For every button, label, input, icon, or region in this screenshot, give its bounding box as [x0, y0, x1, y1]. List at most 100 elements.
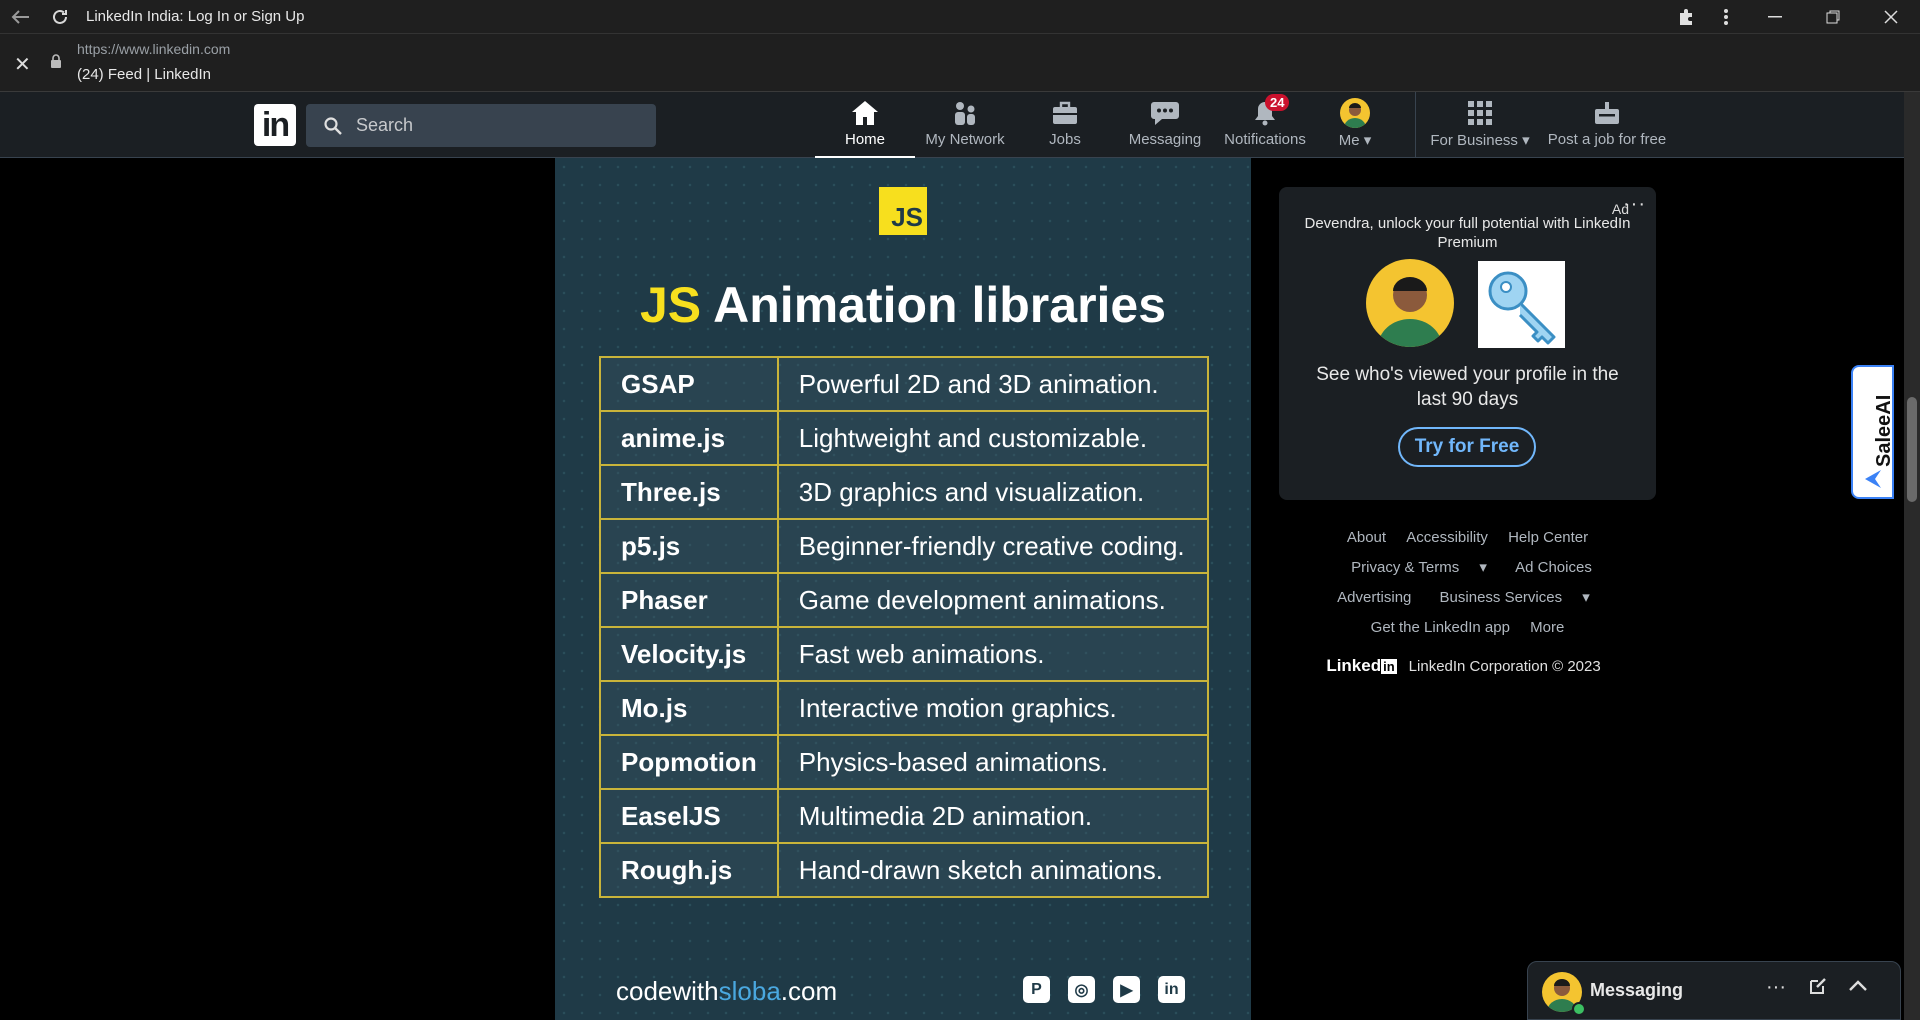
- notification-badge: 24: [1265, 94, 1290, 111]
- nav-label: For Business: [1430, 132, 1518, 149]
- table-row: Three.js 3D graphics and visualization.: [599, 464, 1210, 520]
- nav-notifications[interactable]: 24 Notifications: [1215, 94, 1315, 158]
- footer-link-accessibility[interactable]: Accessibility: [1406, 529, 1488, 546]
- library-name: GSAP: [599, 356, 779, 412]
- link-label: Business Services: [1439, 589, 1563, 606]
- restore-icon[interactable]: [1804, 0, 1862, 33]
- premium-ad-card: Ad ··· Devendra, unlock your full potent…: [1279, 187, 1656, 500]
- browser-title-bar: LinkedIn India: Log In or Sign Up: [0, 0, 1920, 33]
- messaging-bar[interactable]: Messaging ···: [1527, 961, 1901, 1020]
- scrollbar[interactable]: [1904, 92, 1920, 1020]
- footer-link-privacy-terms[interactable]: Privacy & Terms ▾: [1343, 559, 1495, 576]
- post-footer-site: codewithsloba.com: [616, 976, 837, 1007]
- compose-icon[interactable]: [1808, 976, 1828, 1002]
- footer-link-get-app[interactable]: Get the LinkedIn app: [1371, 619, 1510, 636]
- library-name: EaselJS: [599, 788, 779, 844]
- table-row: Mo.js Interactive motion graphics.: [599, 680, 1210, 736]
- home-icon: [851, 98, 879, 128]
- nav-label: Messaging: [1128, 131, 1202, 148]
- nav-label: Home: [844, 131, 885, 148]
- social-icons: P ◎ ▶ in: [1023, 976, 1185, 1003]
- library-desc: Multimedia 2D animation.: [776, 788, 1210, 844]
- footer-link-help-center[interactable]: Help Center: [1508, 529, 1588, 546]
- library-name: Three.js: [599, 464, 779, 520]
- library-desc: Physics-based animations.: [776, 734, 1210, 790]
- ad-headline: Devendra, unlock your full potential wit…: [1304, 215, 1631, 251]
- library-desc: Powerful 2D and 3D animation.: [776, 356, 1210, 412]
- table-row: EaselJS Multimedia 2D animation.: [599, 788, 1210, 844]
- link-label: Privacy & Terms: [1351, 559, 1460, 576]
- search-icon: [324, 116, 342, 135]
- library-desc: Lightweight and customizable.: [776, 410, 1210, 466]
- library-name: p5.js: [599, 518, 779, 574]
- post-heading: JS Animation libraries: [555, 276, 1251, 334]
- copyright: Linked in LinkedIn Corporation © 2023: [1279, 651, 1656, 682]
- reload-icon[interactable]: [40, 0, 80, 33]
- address-bar: ✕ https://www.linkedin.com (24) Feed | L…: [0, 33, 1920, 92]
- grid-icon: [1467, 98, 1493, 128]
- library-desc: Beginner-friendly creative coding.: [776, 518, 1210, 574]
- footer-link-advertising[interactable]: Advertising: [1337, 589, 1411, 606]
- search-input[interactable]: [354, 114, 638, 137]
- try-for-free-button[interactable]: Try for Free: [1398, 427, 1536, 467]
- key-icon: [1478, 261, 1565, 348]
- footer-links: About Accessibility Help Center Privacy …: [1279, 523, 1656, 682]
- chevron-down-icon: ▾: [1522, 132, 1530, 149]
- saleeai-label: SaleeAI: [1873, 394, 1895, 467]
- extensions-icon[interactable]: [1666, 0, 1706, 33]
- table-row: GSAP Powerful 2D and 3D animation.: [599, 356, 1210, 412]
- library-desc: Interactive motion graphics.: [776, 680, 1210, 736]
- youtube-icon: ▶: [1113, 976, 1140, 1003]
- back-icon[interactable]: [0, 0, 40, 33]
- chevron-down-icon: ▾: [1582, 589, 1590, 606]
- nav-jobs[interactable]: Jobs: [1015, 98, 1115, 158]
- library-table: GSAP Powerful 2D and 3D animation. anime.…: [599, 356, 1210, 898]
- linkedin-nav: in Home My Network Jobs Messaging 24 Not…: [0, 92, 1904, 158]
- more-options-icon[interactable]: ···: [1623, 193, 1646, 216]
- nav-label: Post a job for free: [1547, 131, 1667, 148]
- footer-link-business-services[interactable]: Business Services ▾: [1432, 589, 1598, 606]
- close-window-icon[interactable]: [1862, 0, 1920, 33]
- linkedin-logo[interactable]: in: [254, 104, 296, 146]
- search-box[interactable]: [306, 104, 656, 147]
- menu-dots-icon[interactable]: [1706, 0, 1746, 33]
- scrollbar-thumb[interactable]: [1907, 397, 1917, 502]
- nav-label: Me: [1338, 132, 1360, 149]
- table-row: Velocity.js Fast web animations.: [599, 626, 1210, 682]
- minimize-icon[interactable]: [1746, 0, 1804, 33]
- avatar: [1340, 98, 1370, 128]
- table-row: anime.js Lightweight and customizable.: [599, 410, 1210, 466]
- profile-photo: [1366, 259, 1454, 347]
- chevron-up-icon[interactable]: [1848, 976, 1868, 999]
- nav-divider: [1415, 92, 1416, 158]
- patreon-icon: P: [1023, 976, 1050, 1003]
- footer-link-more[interactable]: More: [1530, 619, 1564, 636]
- library-name: Popmotion: [599, 734, 779, 790]
- url-text[interactable]: https://www.linkedin.com: [77, 41, 230, 57]
- chevron-down-icon: ▾: [1479, 559, 1487, 576]
- saleeai-logo-icon: [1865, 470, 1881, 488]
- nav-my-network[interactable]: My Network: [915, 98, 1015, 158]
- nav-post-job[interactable]: Post a job for free: [1542, 98, 1672, 158]
- site-part: codewith: [616, 976, 719, 1006]
- js-logo: JS: [879, 187, 927, 235]
- nav-home[interactable]: Home: [815, 98, 915, 158]
- footer-link-ad-choices[interactable]: Ad Choices: [1515, 559, 1592, 576]
- instagram-icon: ◎: [1068, 976, 1095, 1003]
- linkedin-in-icon: in: [1381, 659, 1397, 674]
- heading-highlight: JS: [639, 277, 702, 333]
- library-desc: 3D graphics and visualization.: [776, 464, 1210, 520]
- table-row: Rough.js Hand-drawn sketch animations.: [599, 842, 1210, 898]
- nav-messaging[interactable]: Messaging: [1115, 98, 1215, 158]
- nav-me[interactable]: Me ▾: [1315, 98, 1395, 158]
- footer-link-about[interactable]: About: [1347, 529, 1386, 546]
- library-name: anime.js: [599, 410, 779, 466]
- ad-body: See who's viewed your profile in the las…: [1316, 364, 1619, 410]
- nav-label: Notifications: [1224, 131, 1306, 148]
- lock-icon: [51, 54, 61, 68]
- site-part: .com: [780, 976, 838, 1006]
- saleeai-tab[interactable]: SaleeAI: [1851, 365, 1895, 499]
- more-options-icon[interactable]: ···: [1766, 976, 1786, 999]
- close-icon[interactable]: ✕: [14, 52, 31, 77]
- nav-for-business[interactable]: For Business ▾: [1425, 98, 1535, 158]
